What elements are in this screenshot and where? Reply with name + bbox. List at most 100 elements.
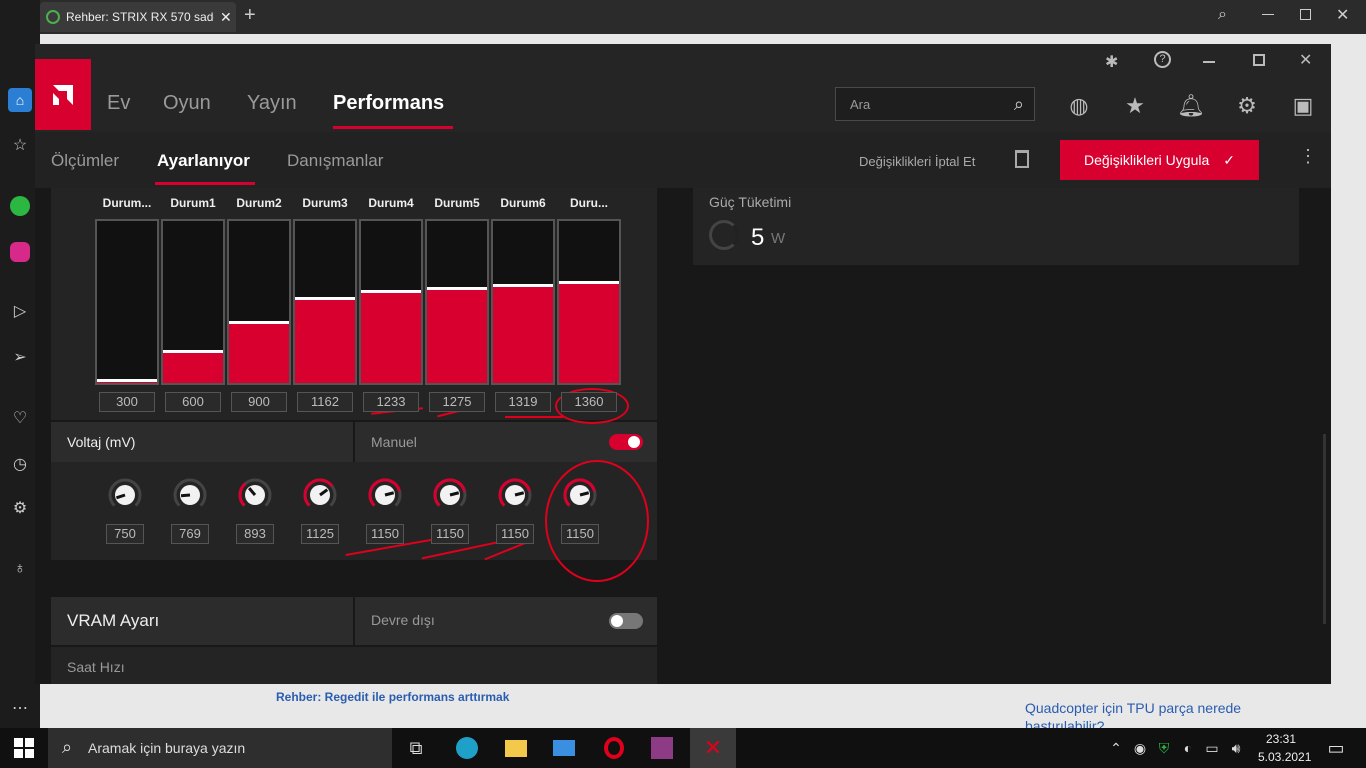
clock-value-input[interactable]: 1233 [363, 392, 419, 412]
winrar-icon[interactable] [648, 734, 676, 762]
nav-ev[interactable]: Ev [107, 92, 130, 115]
search-icon[interactable]: ⌕ [1014, 94, 1024, 115]
layout-icon[interactable]: ▣ [1289, 92, 1317, 120]
voltage-value-input[interactable]: 1150 [431, 524, 469, 544]
browser-close-icon[interactable]: ✕ [1336, 5, 1349, 25]
clock-state-slider[interactable] [425, 219, 489, 385]
clock-date[interactable]: 5.03.2021 [1258, 750, 1311, 764]
star-icon[interactable]: ★ [1121, 92, 1149, 120]
clock-state-slider[interactable] [359, 219, 423, 385]
clock-time[interactable]: 23:31 [1266, 732, 1296, 746]
webpage-reply-title[interactable]: Quadcopter için TPU parça nerede [1025, 700, 1241, 716]
edge-icon[interactable] [453, 734, 481, 762]
tab-close-icon[interactable]: ✕ [220, 9, 232, 26]
clock-state-handle[interactable] [493, 283, 553, 287]
clock-state-handle[interactable] [427, 287, 487, 291]
clock-value-input[interactable]: 1275 [429, 392, 485, 412]
browser-minimize-icon[interactable] [1262, 14, 1274, 15]
voltage-knob[interactable] [107, 477, 143, 513]
tab-ayarlaniyor[interactable]: Ayarlanıyor [157, 151, 250, 171]
voltage-knob[interactable] [497, 477, 533, 513]
clock-value-input[interactable]: 600 [165, 392, 221, 412]
player-icon[interactable]: ▷ [8, 299, 32, 323]
tab-danismanlar[interactable]: Danışmanlar [287, 151, 383, 171]
webpage-link-regedit[interactable]: Rehber: Regedit ile performans arttırmak [276, 690, 509, 704]
clock-state-slider[interactable] [557, 219, 621, 385]
mail-icon[interactable] [550, 734, 578, 762]
clock-state-slider[interactable] [161, 219, 225, 385]
more-icon[interactable]: ⋯ [8, 696, 32, 720]
browser-tab[interactable]: Rehber: STRIX RX 570 sade ✕ [40, 2, 236, 32]
nav-yayin[interactable]: Yayın [247, 92, 297, 115]
voltage-value-input[interactable]: 750 [106, 524, 144, 544]
trash-icon[interactable] [1015, 150, 1029, 168]
browser-maximize-icon[interactable] [1300, 9, 1311, 20]
task-view-icon[interactable]: ⧉ [402, 734, 430, 762]
voltage-value-input[interactable]: 1150 [561, 524, 599, 544]
heart-icon[interactable]: ♡ [8, 406, 32, 430]
voltage-knob[interactable] [367, 477, 403, 513]
clock-state-slider[interactable] [491, 219, 555, 385]
search-input[interactable]: Ara ⌕ [835, 87, 1035, 121]
taskbar-search-input[interactable]: ⌕ Aramak için buraya yazın [48, 728, 392, 768]
voltage-value-input[interactable]: 1150 [366, 524, 404, 544]
voltage-knob[interactable] [172, 477, 208, 513]
clock-state-handle[interactable] [361, 290, 421, 294]
windows-start-icon[interactable] [14, 738, 34, 758]
clock-state-handle[interactable] [97, 379, 157, 383]
voltage-value-input[interactable]: 1125 [301, 524, 339, 544]
window-close-icon[interactable]: ✕ [1299, 50, 1312, 70]
clock-state-slider[interactable] [227, 219, 291, 385]
bug-report-icon[interactable]: ✱ [1105, 52, 1118, 72]
clock-state-handle[interactable] [163, 350, 223, 354]
voltage-knob[interactable] [432, 477, 468, 513]
clock-state-handle[interactable] [295, 296, 355, 300]
clock-value-input[interactable]: 1319 [495, 392, 551, 412]
clock-state-handle[interactable] [559, 280, 619, 284]
settings-icon[interactable]: ⚙ [8, 496, 32, 520]
clock-state-slider[interactable] [293, 219, 357, 385]
voltage-knob[interactable] [562, 477, 598, 513]
voltage-value-input[interactable]: 1150 [496, 524, 534, 544]
voltage-knob[interactable] [302, 477, 338, 513]
help-icon[interactable]: ? [1154, 51, 1171, 68]
nav-performans[interactable]: Performans [333, 92, 444, 115]
instagram-icon[interactable] [8, 240, 32, 264]
webpage-reply-title-2[interactable]: bastırılabilir? [1025, 718, 1104, 728]
send-icon[interactable]: ➢ [8, 345, 32, 369]
lightbulb-icon[interactable]: ♁ [8, 557, 32, 581]
globe-icon[interactable]: ◍ [1065, 92, 1093, 120]
voltage-value-input[interactable]: 769 [171, 524, 209, 544]
scrollbar[interactable] [1323, 434, 1326, 624]
clock-value-input[interactable]: 300 [99, 392, 155, 412]
history-icon[interactable]: ◷ [8, 452, 32, 476]
whatsapp-icon[interactable] [8, 194, 32, 218]
discard-changes-button[interactable]: Değişiklikleri İptal Et [859, 154, 975, 169]
opera-taskbar-icon[interactable] [600, 734, 628, 762]
voltage-manual-toggle[interactable] [609, 434, 643, 450]
vram-toggle[interactable] [609, 613, 643, 629]
notification-bell-icon[interactable]: 🔔︎ [1177, 92, 1205, 120]
nav-oyun[interactable]: Oyun [163, 92, 211, 115]
voltage-knob[interactable] [237, 477, 273, 513]
file-explorer-icon[interactable] [502, 734, 530, 762]
home-icon[interactable]: ⌂ [8, 88, 32, 112]
apply-changes-button[interactable]: Değişiklikleri Uygula ✓ [1060, 140, 1259, 180]
settings-gear-icon[interactable]: ⚙ [1233, 92, 1261, 120]
window-maximize-icon[interactable] [1253, 54, 1265, 66]
clock-value-input[interactable]: 1162 [297, 392, 353, 412]
clock-value-input[interactable]: 1360 [561, 392, 617, 412]
notification-center-icon[interactable]: ▭ [1322, 734, 1350, 762]
clock-state-handle[interactable] [229, 321, 289, 325]
window-minimize-icon[interactable] [1203, 61, 1215, 63]
tab-olcumler[interactable]: Ölçümler [51, 151, 119, 171]
clock-value-input[interactable]: 900 [231, 392, 287, 412]
clock-state-slider[interactable] [95, 219, 159, 385]
browser-search-icon[interactable]: ⌕ [1218, 6, 1227, 24]
amd-taskbar-icon[interactable]: ✕ [690, 728, 736, 768]
new-tab-button[interactable]: + [244, 4, 256, 27]
bookmarks-icon[interactable]: ☆ [8, 133, 32, 157]
volume-icon[interactable]: 🔊︎ [1222, 734, 1250, 762]
voltage-value-input[interactable]: 893 [236, 524, 274, 544]
more-options-icon[interactable]: ⋮ [1299, 146, 1317, 167]
